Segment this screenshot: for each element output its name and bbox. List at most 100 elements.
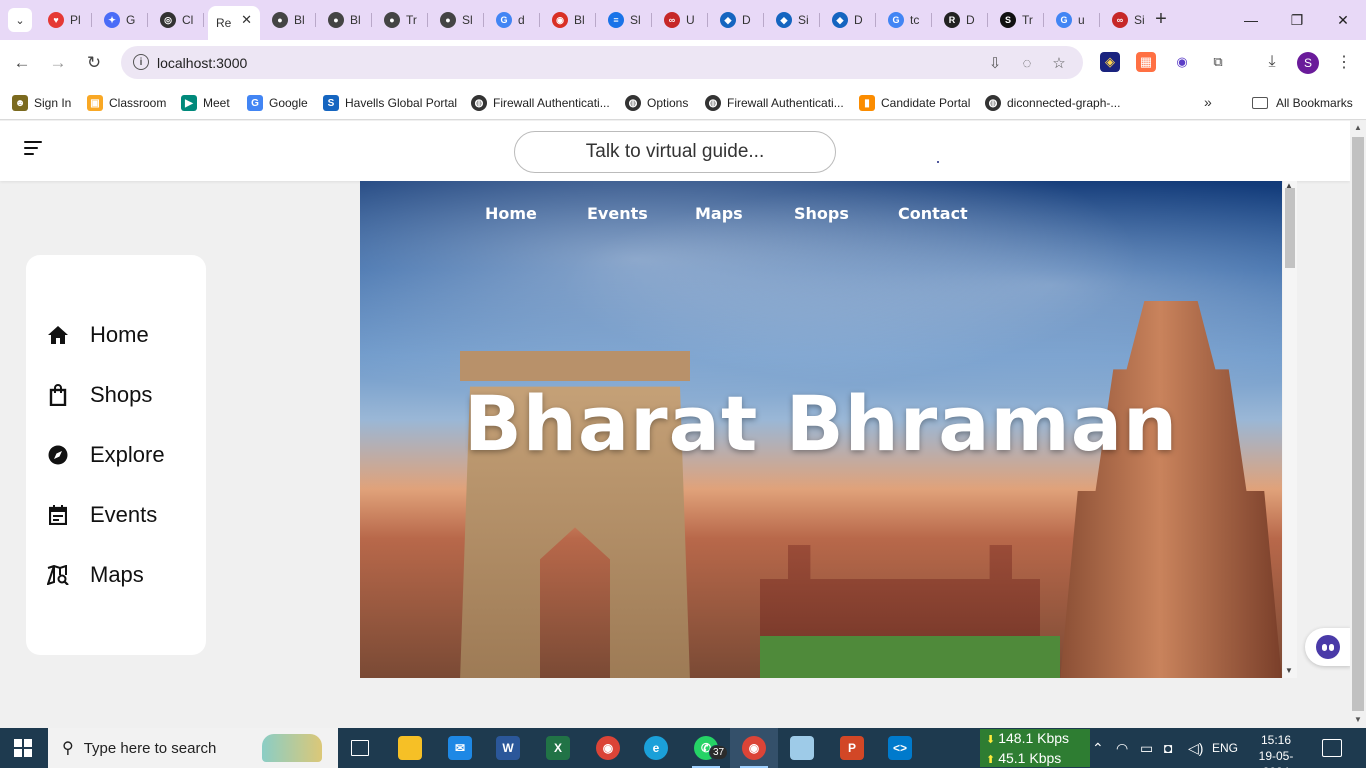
- clock[interactable]: 15:16 19-05-2024: [1252, 732, 1300, 768]
- chrome-profile-app[interactable]: ◉: [730, 728, 778, 768]
- tab[interactable]: ● Bl: [264, 6, 316, 34]
- address-bar[interactable]: i localhost:3000 ⇩ ◌ ☆: [121, 46, 1083, 79]
- taskbar-search-box[interactable]: ⚲ Type here to search: [48, 728, 338, 768]
- bookmark[interactable]: ◍ diconnected-graph-...: [985, 93, 1120, 113]
- download-icon[interactable]: ⤓: [1262, 52, 1282, 72]
- more-menu-icon[interactable]: ⋮: [1334, 52, 1354, 72]
- sidenav-item-home[interactable]: Home: [46, 319, 149, 351]
- tab[interactable]: ● Sl: [432, 6, 484, 34]
- tab[interactable]: ∞ U: [656, 6, 708, 34]
- scrollbar-thumb[interactable]: [1285, 188, 1295, 268]
- hero-nav-events[interactable]: Events: [587, 204, 648, 223]
- sidenav-item-events[interactable]: Events: [46, 499, 157, 531]
- bookmark[interactable]: ☻ Sign In: [12, 93, 71, 113]
- sidenav-item-explore[interactable]: Explore: [46, 439, 165, 471]
- tab[interactable]: ≡ Sl: [600, 6, 652, 34]
- tab[interactable]: ◉ Bl: [544, 6, 596, 34]
- virtual-guide-button[interactable]: Talk to virtual guide...: [514, 131, 836, 173]
- word-app[interactable]: W: [484, 728, 532, 768]
- hero-scrollbar[interactable]: ▲ ▼: [1283, 181, 1297, 678]
- sidenav-item-shops[interactable]: Shops: [46, 379, 152, 411]
- bookmark[interactable]: ◍ Firewall Authenticati...: [705, 93, 844, 113]
- meet-now-icon[interactable]: ◘: [1164, 740, 1172, 756]
- bookmark[interactable]: S Havells Global Portal: [323, 93, 457, 113]
- site-info-icon[interactable]: i: [133, 54, 149, 70]
- star-bookmark-icon[interactable]: ☆: [1049, 53, 1069, 73]
- language-indicator[interactable]: ENG: [1212, 741, 1238, 755]
- hero-nav-home[interactable]: Home: [485, 204, 537, 223]
- battery-icon[interactable]: ▭: [1140, 740, 1153, 757]
- bookmark[interactable]: G Google: [247, 93, 308, 113]
- notepad-icon: [790, 736, 814, 760]
- tab[interactable]: ● Tr: [376, 6, 428, 34]
- notepad-app[interactable]: [778, 728, 826, 768]
- profile-avatar[interactable]: S: [1297, 52, 1319, 74]
- page-scrollbar-thumb[interactable]: [1352, 137, 1364, 711]
- excel-app[interactable]: X: [534, 728, 582, 768]
- tab[interactable]: Gu: [1048, 6, 1100, 34]
- forward-button[interactable]: →: [46, 51, 70, 75]
- tab[interactable]: Gtc: [880, 6, 932, 34]
- scroll-down-icon[interactable]: ▼: [1285, 666, 1293, 675]
- heart-icon: ♥: [48, 12, 64, 28]
- restore-button[interactable]: ❐: [1274, 6, 1320, 34]
- page-scrollbar[interactable]: ▲ ▼: [1350, 121, 1366, 728]
- tab[interactable]: ● Bl: [320, 6, 372, 34]
- scroll-up-icon[interactable]: ▲: [1354, 123, 1362, 132]
- extension-icon[interactable]: ◈: [1100, 52, 1120, 72]
- chatbot-button[interactable]: [1305, 628, 1350, 666]
- close-window-button[interactable]: ✕: [1320, 6, 1366, 34]
- new-tab-button[interactable]: +: [1150, 8, 1172, 30]
- bookmark[interactable]: ▮ Candidate Portal: [859, 93, 970, 113]
- edge-app[interactable]: e: [632, 728, 680, 768]
- file-explorer-app[interactable]: [386, 728, 434, 768]
- tab[interactable]: ∞ Si: [1104, 6, 1156, 34]
- tab[interactable]: Gd: [488, 6, 540, 34]
- extension-color-icon[interactable]: ▦: [1136, 52, 1156, 72]
- notification-center-icon[interactable]: [1322, 739, 1342, 757]
- tab[interactable]: ◆ D: [712, 6, 764, 34]
- signin-icon: ☻: [12, 95, 28, 111]
- tab[interactable]: ✦ G: [96, 6, 148, 34]
- volume-icon[interactable]: ◁): [1188, 740, 1203, 757]
- tab[interactable]: ◆ Si: [768, 6, 820, 34]
- install-app-icon[interactable]: ⇩: [985, 53, 1005, 73]
- bookmark[interactable]: ▶ Meet: [181, 93, 230, 113]
- minimize-button[interactable]: —: [1228, 6, 1274, 34]
- bookmark[interactable]: ◍ Options: [625, 93, 688, 113]
- tab[interactable]: ♥ Pl: [40, 6, 92, 34]
- chevron-double-right-icon[interactable]: »: [1204, 94, 1212, 110]
- close-tab-icon[interactable]: ✕: [241, 12, 252, 28]
- puzzle-extensions-icon[interactable]: ⧉: [1208, 52, 1228, 72]
- folder-icon: [1252, 97, 1268, 109]
- scroll-down-icon[interactable]: ▼: [1354, 715, 1362, 724]
- task-view-button[interactable]: [336, 728, 384, 768]
- tab[interactable]: ◎ Cl: [152, 6, 204, 34]
- eye-slash-icon[interactable]: ◌: [1017, 53, 1037, 73]
- sidenav-item-maps[interactable]: Maps: [46, 559, 144, 591]
- hero-nav-maps[interactable]: Maps: [695, 204, 743, 223]
- chrome-app[interactable]: ◉: [584, 728, 632, 768]
- tab[interactable]: ◆ D: [824, 6, 876, 34]
- extension-bot-icon[interactable]: ◉: [1172, 52, 1192, 72]
- tab-search-button[interactable]: ⌄: [8, 8, 32, 32]
- hero-nav-contact[interactable]: Contact: [898, 204, 968, 223]
- powerpoint-app[interactable]: P: [828, 728, 876, 768]
- mail-app[interactable]: ✉: [436, 728, 484, 768]
- chevron-up-icon[interactable]: ⌃: [1092, 740, 1104, 757]
- all-bookmarks-button[interactable]: All Bookmarks: [1252, 93, 1353, 113]
- tab[interactable]: S Tr: [992, 6, 1044, 34]
- back-button[interactable]: ←: [10, 51, 34, 75]
- hamburger-menu-icon[interactable]: [24, 141, 42, 157]
- hero-nav-shops[interactable]: Shops: [794, 204, 849, 223]
- tab[interactable]: RD: [936, 6, 988, 34]
- vscode-app[interactable]: <>: [876, 728, 924, 768]
- whatsapp-app[interactable]: ✆ 37: [682, 728, 730, 768]
- url-text[interactable]: localhost:3000: [157, 55, 247, 71]
- reload-button[interactable]: ↻: [82, 51, 106, 75]
- bookmark[interactable]: ◍ Firewall Authenticati...: [471, 93, 610, 113]
- windows-start-icon[interactable]: [14, 739, 32, 757]
- tab-active[interactable]: Re ✕: [208, 6, 260, 40]
- bookmark[interactable]: ▣ Classroom: [87, 93, 166, 113]
- wifi-icon[interactable]: ◠: [1116, 740, 1128, 757]
